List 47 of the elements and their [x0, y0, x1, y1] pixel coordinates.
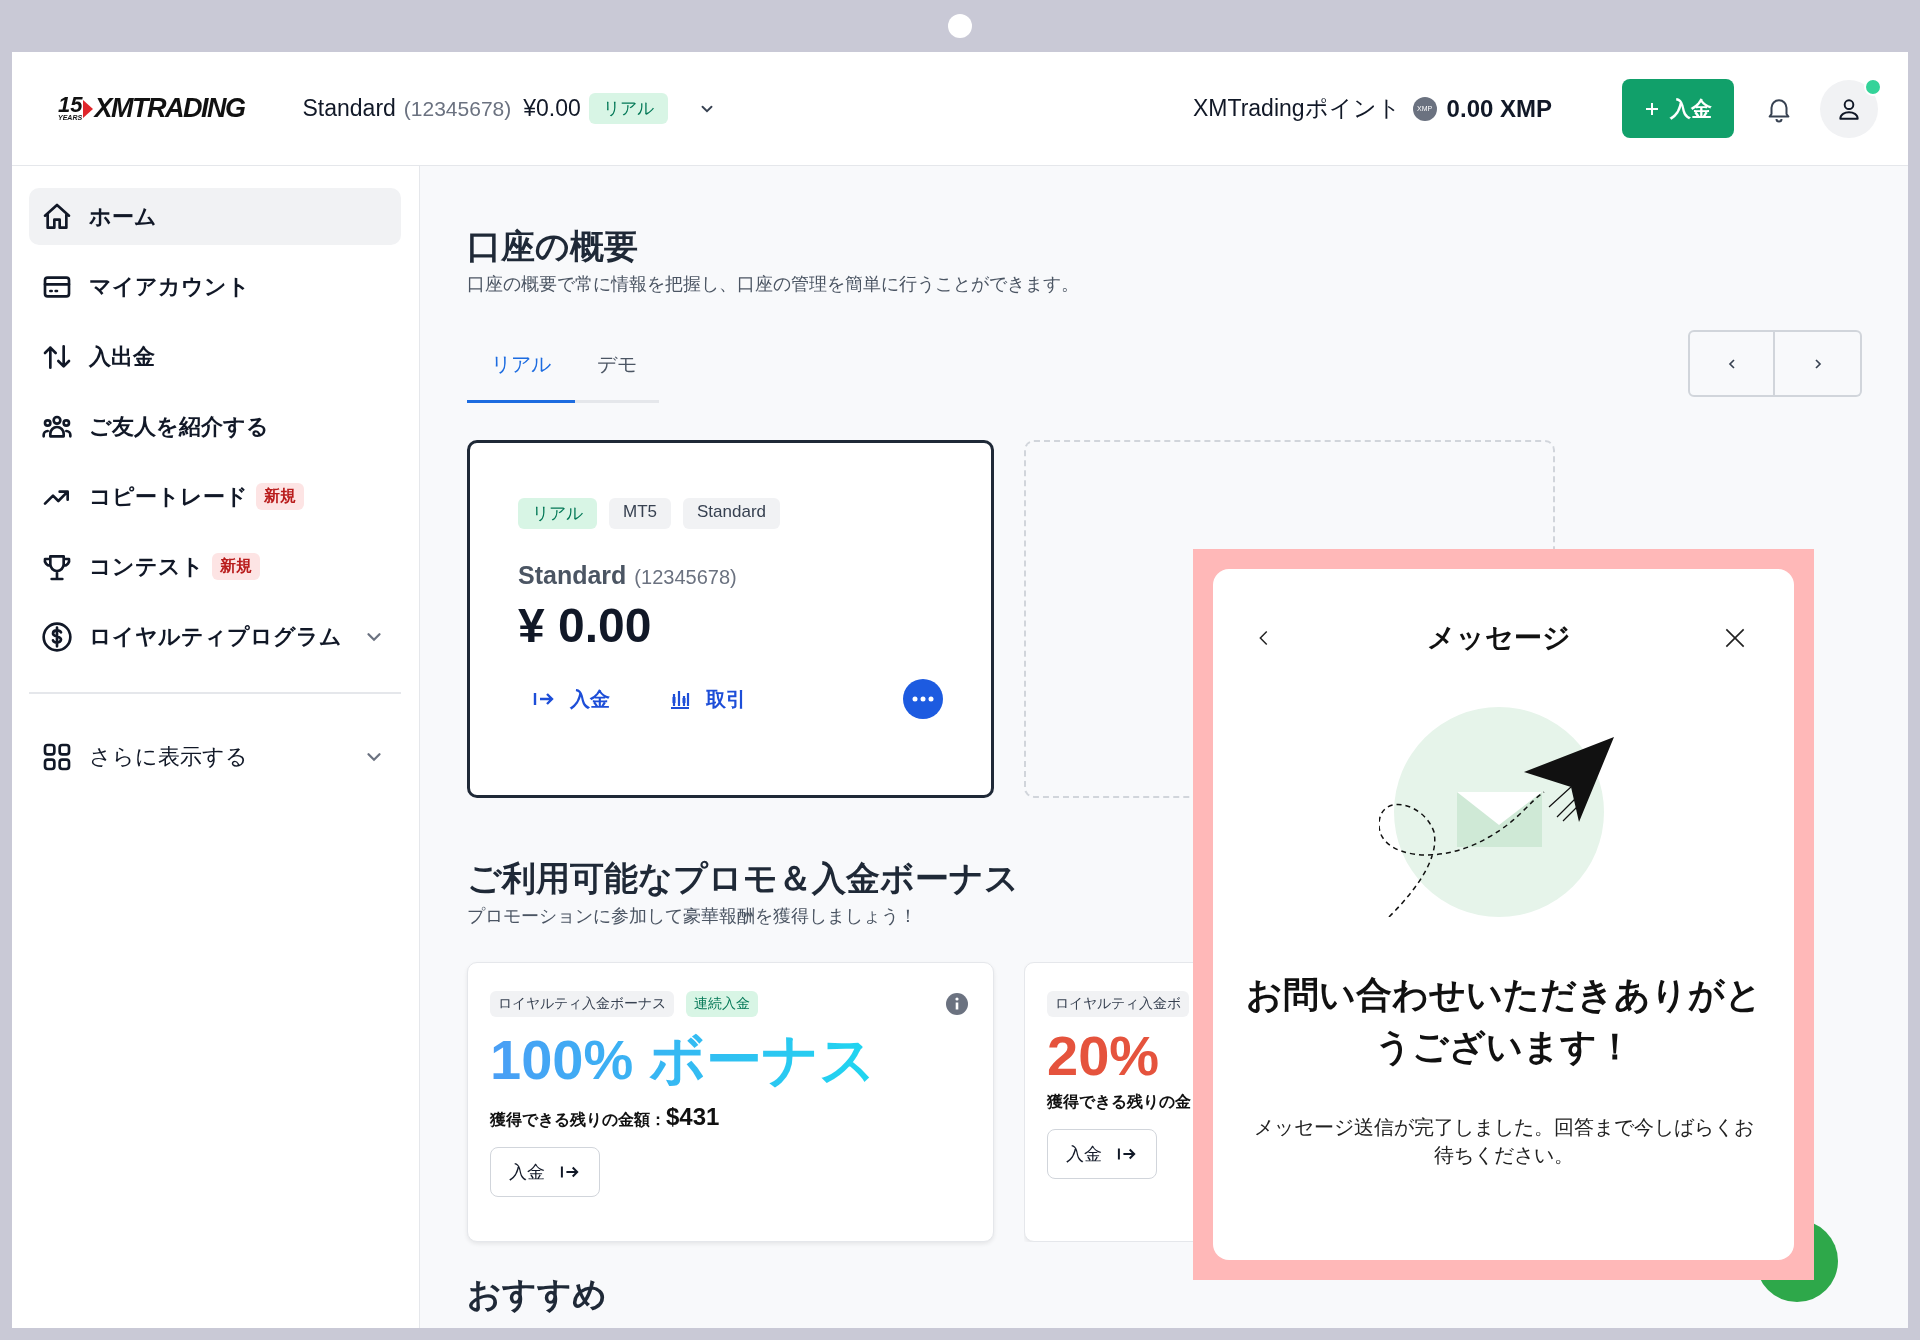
remaining-amount: $431 [666, 1103, 720, 1131]
promo-tag: ロイヤルティ入金ボ [1047, 991, 1189, 1017]
trade-link[interactable]: 取引 [654, 681, 760, 717]
deposit-button[interactable]: 入金 [1047, 1129, 1157, 1179]
camera-dot [948, 14, 972, 38]
points-label: XMTradingポイント [1192, 94, 1401, 123]
sidebar-item[interactable]: 入出金 [29, 328, 401, 385]
sidebar-item[interactable]: ご友人を紹介する [29, 398, 401, 455]
dialog-title: メッセージ [1426, 621, 1571, 655]
bonus-headline: 20% [1047, 1023, 1160, 1088]
account-name: Standard [518, 561, 627, 590]
promo-tag: 連続入金 [686, 991, 758, 1017]
dialog-heading: お問い合わせいただきありがとうございます！ [1244, 973, 1763, 1070]
deposit-link[interactable]: 入金 [518, 681, 624, 717]
sidebar-item[interactable]: ホーム [29, 188, 401, 245]
info-icon[interactable] [945, 992, 969, 1016]
account-tab[interactable]: リアル [467, 337, 575, 403]
new-badge: 新規 [212, 553, 260, 580]
section-title: おすすめ [467, 1274, 608, 1315]
promo-tag: ロイヤルティ入金ボーナス [490, 991, 674, 1017]
sidebar-item[interactable]: コンテスト 新規 [29, 538, 401, 595]
sidebar-item[interactable]: コピートレード 新規 [29, 468, 401, 525]
remaining-label: 獲得できる残りの金 [1047, 1092, 1191, 1112]
account-tag: MT5 [609, 498, 671, 529]
account-tag: リアル [518, 498, 597, 529]
dialog-message: メッセージ送信が完了しました。回答まで今しばらくお待ちください。 [1252, 1115, 1755, 1169]
account-number: (12345678) [634, 566, 737, 589]
dots-icon [912, 696, 934, 702]
sidebar-item[interactable]: ロイヤルティプログラム [29, 608, 401, 665]
account-tab[interactable]: デモ [575, 337, 659, 403]
page-subtitle: 口座の概要で常に情報を把握し、口座の管理を簡単に行うことができます。 [467, 273, 1080, 296]
new-badge: 新規 [256, 483, 304, 510]
account-balance: ¥ 0.00 [518, 598, 653, 653]
dollar-circle-icon [41, 620, 73, 653]
remaining-label: 獲得できる残りの金額： [490, 1110, 666, 1130]
points-value: 0.00 XMP [1446, 94, 1552, 123]
sidebar-item[interactable]: マイアカウント [29, 258, 401, 315]
page-title: 口座の概要 [467, 226, 639, 267]
section-title: ご利用可能なプロモ＆入金ボーナス [467, 858, 1020, 899]
section-subtitle: プロモーションに参加して豪華報酬を獲得しましょう！ [467, 905, 918, 928]
show-more-item[interactable]: さらに表示する [29, 728, 401, 785]
chart-icon [668, 688, 692, 710]
account-selector[interactable]: Standard (12345678) ¥0.00 リアル [302, 93, 716, 124]
plus-icon [1644, 100, 1660, 117]
account-tag: Standard [683, 498, 780, 529]
more-options-button[interactable] [903, 679, 943, 719]
deposit-button[interactable]: 入金 [490, 1147, 600, 1197]
